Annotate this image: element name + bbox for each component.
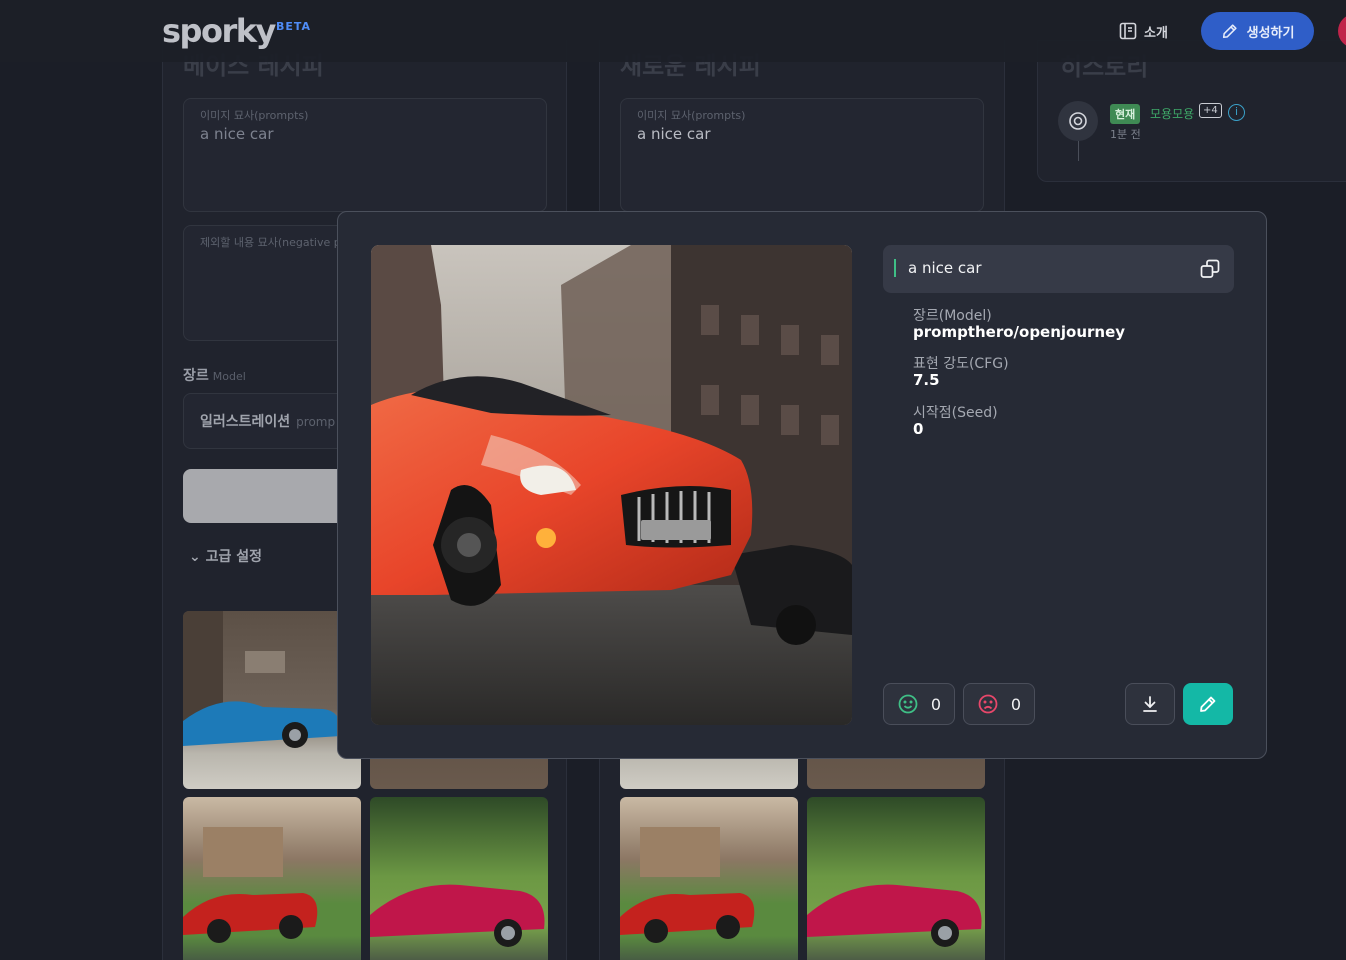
history-entry-icon[interactable]	[1058, 101, 1098, 141]
prompt-label: 이미지 묘사(prompts)	[637, 109, 746, 122]
advanced-settings-toggle[interactable]: ⌄ 고급 설정	[189, 546, 262, 566]
avatar[interactable]	[1338, 14, 1346, 48]
magenta-car-image	[807, 884, 982, 947]
download-icon	[1143, 696, 1157, 712]
result-thumbnail[interactable]	[370, 797, 548, 960]
prompt-card: a nice car	[883, 245, 1234, 293]
result-thumbnail[interactable]	[183, 797, 361, 960]
model-info-value: prompthero/openjourney	[913, 323, 1126, 341]
generated-image	[371, 245, 852, 725]
seed-info-label: 시작점(Seed)	[913, 405, 998, 421]
prompt-input[interactable]: 이미지 묘사(prompts) a nice car	[620, 98, 984, 212]
prompt-accent-bar	[894, 259, 896, 277]
frown-icon	[978, 694, 998, 714]
dislike-count: 0	[1010, 694, 1022, 714]
model-heading: 장르 Model	[183, 365, 246, 385]
image-detail-modal: a nice car 장르(Model) prompthero/openjour…	[337, 211, 1267, 759]
top-header: sporky BETA 소개 생성하기	[0, 0, 1346, 62]
target-icon	[1069, 112, 1087, 130]
model-heading-ko: 장르	[183, 368, 209, 384]
prompt-text: a nice car	[908, 259, 982, 277]
info-icon[interactable]: i	[1228, 104, 1245, 121]
red-car-image	[620, 827, 755, 943]
pencil-icon	[1222, 24, 1237, 39]
history-extra-count[interactable]: +4	[1199, 103, 1222, 118]
current-badge: 현재	[1110, 104, 1141, 124]
beta-badge: BETA	[276, 20, 312, 33]
book-icon	[1119, 22, 1137, 40]
model-select-value: 일러스트레이션	[200, 414, 291, 430]
smile-icon	[898, 694, 918, 714]
model-heading-en: Model	[212, 370, 246, 383]
copy-icon[interactable]	[1199, 258, 1221, 280]
seed-info-value: 0	[913, 420, 924, 438]
prompt-value: a nice car	[200, 125, 274, 143]
create-button[interactable]: 생성하기	[1201, 12, 1314, 50]
red-car-street-image	[371, 245, 852, 725]
dislike-button[interactable]: 0	[963, 683, 1035, 725]
advanced-settings-label: 고급 설정	[205, 549, 263, 565]
history-entry-name[interactable]: 모용모용	[1150, 105, 1194, 122]
edit-button[interactable]	[1183, 683, 1233, 725]
model-select-sub: promp	[296, 415, 336, 429]
about-link[interactable]: 소개	[1118, 21, 1168, 41]
like-button[interactable]: 0	[883, 683, 955, 725]
blue-car-image	[183, 611, 342, 748]
result-thumbnail[interactable]	[620, 797, 798, 960]
cfg-info-value: 7.5	[913, 371, 940, 389]
negative-prompt-label: 제외할 내용 묘사(negative p	[200, 236, 341, 249]
model-info-label: 장르(Model)	[913, 308, 992, 324]
create-label: 생성하기	[1246, 25, 1295, 41]
result-thumbnail[interactable]	[807, 797, 985, 960]
prompt-value: a nice car	[637, 125, 711, 143]
pencil-icon	[1200, 696, 1216, 712]
history-entry-time: 1분 전	[1110, 128, 1141, 141]
history-timeline	[1078, 141, 1079, 161]
cfg-info-label: 표현 강도(CFG)	[913, 356, 1009, 372]
red-car-image	[183, 827, 318, 943]
prompt-label: 이미지 묘사(prompts)	[200, 109, 309, 122]
magenta-car-image	[370, 884, 545, 947]
about-label: 소개	[1144, 25, 1168, 41]
download-button[interactable]	[1125, 683, 1175, 725]
prompt-input[interactable]: 이미지 묘사(prompts) a nice car	[183, 98, 547, 212]
like-count: 0	[930, 694, 942, 714]
result-thumbnail[interactable]	[183, 611, 361, 789]
app-logo[interactable]: sporky	[162, 12, 276, 50]
